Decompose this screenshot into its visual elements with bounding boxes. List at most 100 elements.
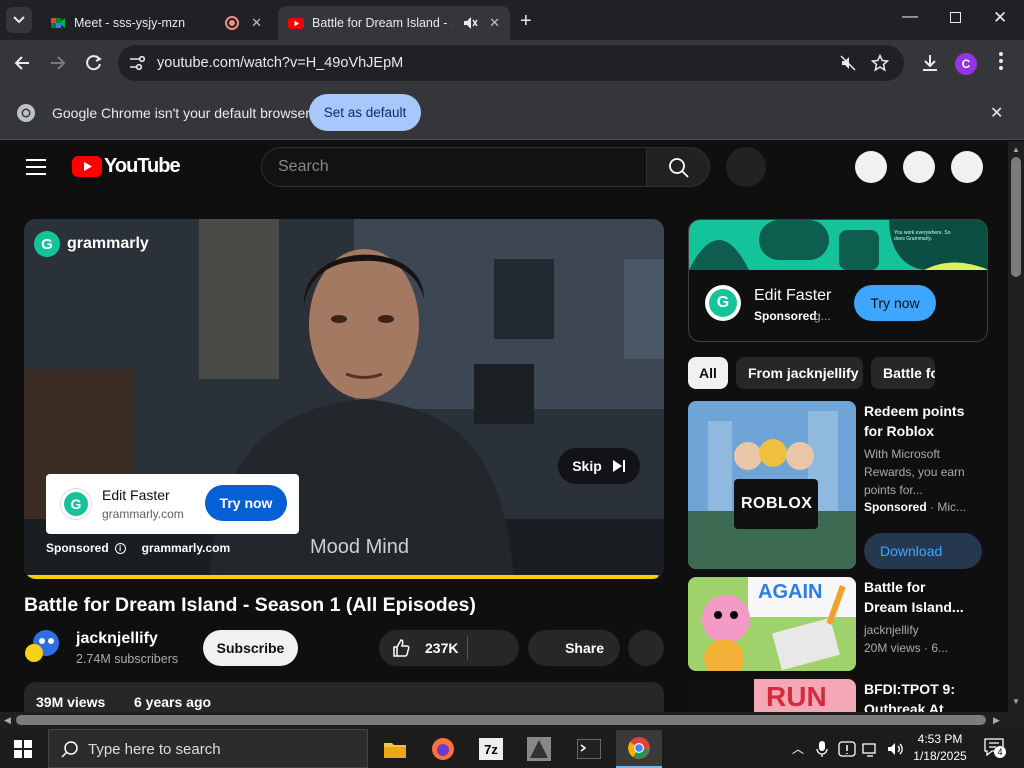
back-arrow-icon[interactable] — [13, 54, 31, 72]
voice-search-button[interactable] — [726, 147, 766, 187]
rec-meta: 20M views · 6... — [864, 641, 949, 655]
ad-overlay-card[interactable]: G Edit Faster grammarly.com Try now — [46, 474, 299, 534]
set-default-button[interactable]: Set as default — [309, 94, 421, 131]
microphone-icon[interactable] — [816, 740, 828, 758]
info-icon[interactable]: i — [114, 542, 126, 554]
rec-title-line: for Roblox — [864, 423, 934, 439]
rec-description: With Microsoft Rewards, you earn points … — [864, 445, 965, 499]
channel-avatar[interactable] — [24, 627, 64, 667]
rec-channel[interactable]: jacknjellify — [864, 623, 919, 637]
scroll-left-icon[interactable]: ◀ — [4, 715, 11, 726]
share-button[interactable]: Share — [528, 630, 620, 666]
show-hidden-icons-chevron-icon[interactable]: ︿ — [792, 740, 804, 757]
horizontal-scrollbar[interactable]: ◀ ▶ — [0, 712, 1008, 728]
forward-arrow-icon[interactable] — [49, 54, 67, 72]
roblox-ad-thumbnail[interactable]: ROBLOX — [688, 401, 856, 569]
clock-date: 1/18/2025 — [913, 749, 967, 763]
tab-muted-icon[interactable] — [840, 55, 856, 71]
bookmark-star-icon[interactable] — [871, 54, 889, 72]
download-icon[interactable] — [920, 53, 940, 73]
video-player[interactable]: Mood Mind G grammarly Skip G Edit Faster… — [24, 219, 664, 579]
reload-icon[interactable] — [85, 54, 103, 72]
tab-search-button[interactable] — [6, 7, 32, 33]
scroll-up-icon[interactable]: ▲ — [1012, 145, 1020, 154]
account-avatar[interactable] — [951, 151, 983, 183]
video-thumbnail[interactable]: AGAIN — [688, 577, 856, 671]
watermark-brand: grammarly — [67, 235, 149, 252]
download-button[interactable]: Download — [864, 533, 982, 569]
scroll-down-icon[interactable]: ▼ — [1012, 697, 1020, 706]
like-count[interactable]: 237K — [425, 640, 458, 656]
7zip-icon[interactable]: 7z — [468, 730, 514, 768]
profile-avatar[interactable]: C — [955, 53, 977, 75]
view-count: 39M views — [36, 694, 106, 710]
taskbar-search-box[interactable]: Type here to search — [48, 729, 368, 768]
file-explorer-icon[interactable] — [372, 730, 418, 768]
channel-name[interactable]: jacknjellify — [76, 630, 158, 648]
ad-progress-track[interactable] — [24, 575, 664, 579]
video-thumbnail[interactable]: RUN — [688, 679, 856, 712]
upload-age: 6 years ago — [134, 694, 212, 710]
restore-button[interactable] — [950, 12, 961, 23]
subscribe-button[interactable]: Subscribe — [203, 630, 298, 666]
security-alert-icon[interactable] — [838, 740, 856, 758]
ad-sponsored-line: Sponsored i grammarly.com — [46, 541, 230, 555]
tab-meet[interactable]: Meet - sss-ysjy-mzn ✕ — [40, 6, 272, 40]
skip-ad-button[interactable]: Skip — [558, 448, 640, 484]
close-tab-icon[interactable]: ✕ — [251, 15, 262, 31]
chip-related[interactable]: Battle fo — [871, 357, 935, 389]
firefox-icon[interactable] — [420, 730, 466, 768]
thumbs-up-icon[interactable] — [391, 638, 411, 658]
rec-sponsored-label: Sponsored — [864, 500, 927, 514]
sidebar-try-now-button[interactable]: Try now — [854, 285, 936, 321]
skip-label: Skip — [572, 458, 602, 474]
search-icon — [669, 158, 689, 178]
like-dislike-group: 237K — [379, 630, 519, 666]
url-text[interactable]: youtube.com/watch?v=H_49oVhJEpM — [157, 55, 403, 71]
new-tab-button[interactable]: + — [520, 10, 532, 33]
create-button[interactable] — [855, 151, 887, 183]
recording-icon — [225, 16, 239, 30]
search-input[interactable]: Search — [261, 147, 647, 187]
rec-title[interactable]: Battle for Dream Island... — [864, 577, 964, 617]
site-settings-icon[interactable] — [128, 55, 146, 71]
chip-from-channel[interactable]: From jacknjellify — [736, 357, 863, 389]
search-button[interactable] — [646, 147, 710, 187]
search-placeholder: Search — [278, 158, 329, 175]
subscriber-count: 2.74M subscribers — [76, 652, 179, 666]
notifications-button[interactable] — [903, 151, 935, 183]
minimize-button[interactable]: — — [902, 8, 918, 26]
terminal-icon[interactable] — [566, 730, 612, 768]
youtube-logo[interactable]: YouTube — [72, 155, 181, 178]
rec-title[interactable]: Redeem points for Roblox — [864, 401, 964, 441]
rec-title[interactable]: BFDI:TPOT 9: Outbreak At — [864, 679, 955, 712]
address-bar[interactable]: youtube.com/watch?v=H_49oVhJEpM — [118, 45, 904, 81]
chip-all[interactable]: All — [688, 357, 728, 389]
taskbar-clock[interactable]: 4:53 PM 1/18/2025 — [910, 731, 970, 765]
like-divider — [467, 636, 468, 660]
scroll-right-icon[interactable]: ▶ — [993, 715, 1000, 726]
close-infobar-icon[interactable]: ✕ — [990, 103, 1003, 123]
hamburger-menu-icon[interactable] — [26, 159, 46, 175]
ad-try-now-button[interactable]: Try now — [205, 485, 287, 521]
tab-youtube[interactable]: Battle for Dream Island - Sea ✕ — [278, 6, 510, 40]
muted-speaker-icon[interactable] — [462, 15, 478, 31]
notification-center-button[interactable]: 4 — [984, 738, 1006, 761]
horizontal-scrollbar-thumb[interactable] — [16, 715, 986, 725]
volume-icon[interactable] — [886, 740, 904, 758]
sponsored-domain[interactable]: grammarly.com — [142, 541, 230, 555]
scrollbar-thumb[interactable] — [1011, 157, 1021, 277]
network-icon[interactable] — [862, 740, 880, 758]
more-actions-button[interactable] — [628, 630, 664, 666]
close-window-button[interactable]: ✕ — [993, 8, 1007, 28]
vertical-scrollbar[interactable]: ▲ ▼ — [1008, 141, 1024, 712]
description-box[interactable]: 39M views 6 years ago — [24, 682, 664, 712]
sidebar-ad-title: Edit Faster — [754, 287, 832, 304]
close-tab-icon[interactable]: ✕ — [489, 15, 500, 31]
app-icon[interactable] — [516, 730, 562, 768]
chrome-menu-icon[interactable] — [999, 52, 1003, 72]
chrome-taskbar-icon[interactable] — [616, 730, 662, 768]
sidebar-ad[interactable]: You work everywhere. So does Grammarly. … — [688, 219, 988, 342]
hoodie-text: Mood Mind — [310, 536, 409, 558]
windows-start-icon[interactable] — [14, 740, 32, 758]
